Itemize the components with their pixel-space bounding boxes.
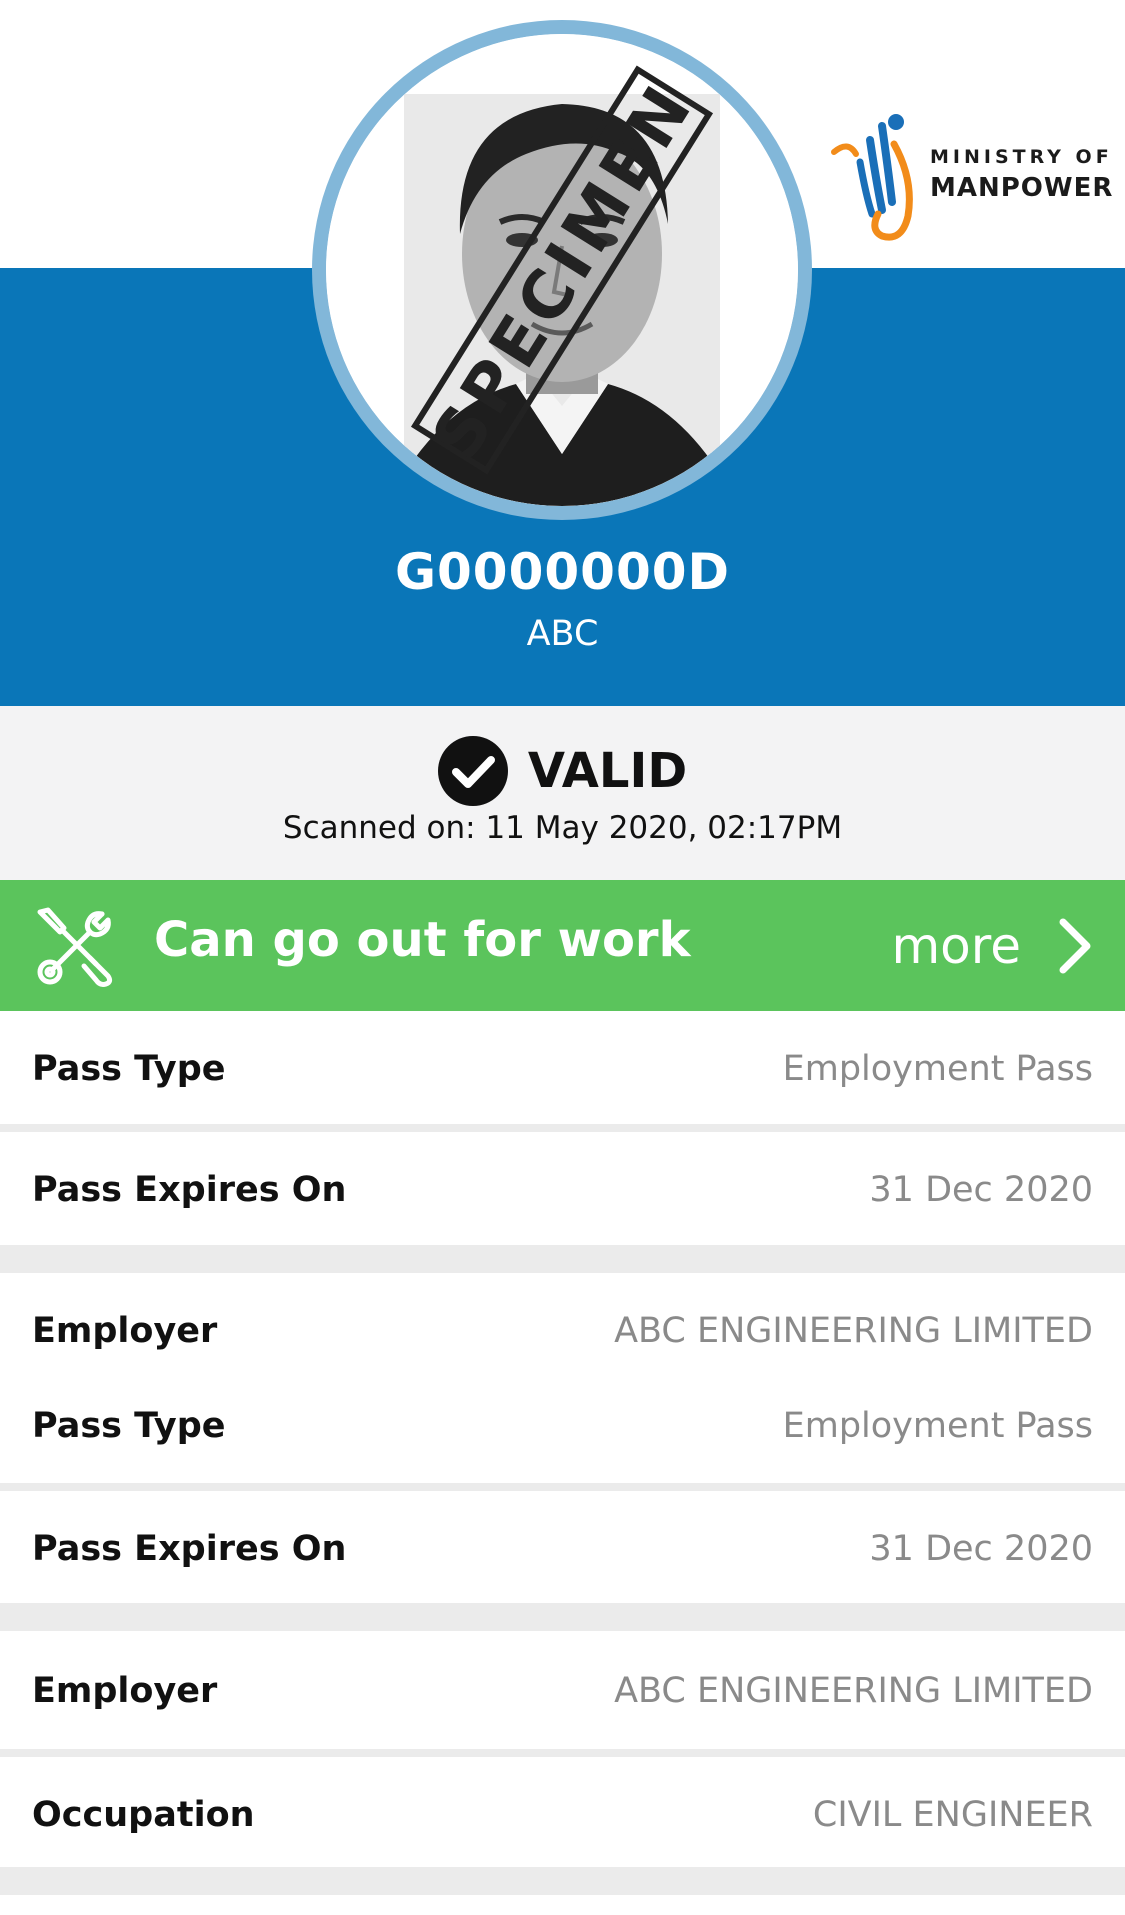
detail-value: 31 Dec 2020 [869, 1529, 1093, 1569]
detail-row-pass-expiry: Pass Expires On 31 Dec 2020 [0, 1132, 1125, 1245]
detail-value: Employment Pass [782, 1049, 1093, 1089]
detail-value: ABC ENGINEERING LIMITED [614, 1671, 1093, 1711]
detail-label: Pass Type [32, 1049, 226, 1089]
row-divider [0, 1124, 1125, 1132]
detail-row-employer: Employer ABC ENGINEERING LIMITED [0, 1273, 1125, 1368]
photo-frame: SPECIMEN [312, 20, 812, 520]
banner-text: Can go out for work [154, 912, 691, 968]
detail-label: Occupation [32, 1795, 255, 1835]
mom-logo-text: MINISTRY OF MANPOWER [930, 146, 1114, 203]
detail-value: Employment Pass [782, 1406, 1093, 1446]
scanned-timestamp: Scanned on: 11 May 2020, 02:17PM [282, 810, 843, 846]
detail-row-pass-expiry: Pass Expires On 31 Dec 2020 [0, 1491, 1125, 1603]
detail-row-pass-type: Pass Type Employment Pass [0, 1368, 1125, 1483]
detail-label: Pass Type [32, 1406, 226, 1446]
holder-name: ABC [526, 614, 599, 654]
status-row: VALID [0, 736, 1125, 806]
section-divider [0, 1603, 1125, 1631]
pass-header: SPECIMEN MINISTRY OF MANPOWER G0000000D … [0, 0, 1125, 706]
detail-label: Pass Expires On [32, 1529, 347, 1569]
detail-value: 31 Dec 2020 [869, 1170, 1093, 1210]
work-status-banner: Can go out for work more [0, 880, 1125, 1011]
status-label: VALID [527, 743, 688, 799]
holder-photo: SPECIMEN [326, 34, 798, 506]
mom-logo-icon [831, 114, 913, 241]
section-divider [0, 1245, 1125, 1273]
more-label: more [891, 917, 1021, 975]
check-circle-icon [437, 736, 508, 806]
mom-logo: MINISTRY OF MANPOWER [826, 110, 1112, 250]
detail-label: Employer [32, 1311, 218, 1351]
tools-icon [37, 907, 113, 987]
detail-value: ABC ENGINEERING LIMITED [614, 1311, 1093, 1351]
detail-label: Employer [32, 1671, 218, 1711]
detail-row-occupation: Occupation CIVIL ENGINEER [0, 1757, 1125, 1867]
detail-row-employer: Employer ABC ENGINEERING LIMITED [0, 1631, 1125, 1749]
row-divider [0, 1483, 1125, 1491]
detail-label: Pass Expires On [32, 1170, 347, 1210]
pass-number: G0000000D [394, 543, 731, 601]
logo-line-1: MINISTRY OF [930, 146, 1113, 168]
more-button[interactable]: more [891, 908, 1095, 984]
validity-status: VALID Scanned on: 11 May 2020, 02:17PM [0, 706, 1125, 880]
holder-photo-image: SPECIMEN [326, 34, 798, 506]
logo-line-2: MANPOWER [930, 173, 1114, 203]
section-divider [0, 1867, 1125, 1895]
chevron-right-icon [1059, 918, 1091, 974]
detail-value: CIVIL ENGINEER [812, 1795, 1093, 1835]
detail-row-pass-type: Pass Type Employment Pass [0, 1011, 1125, 1124]
row-divider [0, 1749, 1125, 1757]
detail-row-next [0, 1895, 1125, 1915]
